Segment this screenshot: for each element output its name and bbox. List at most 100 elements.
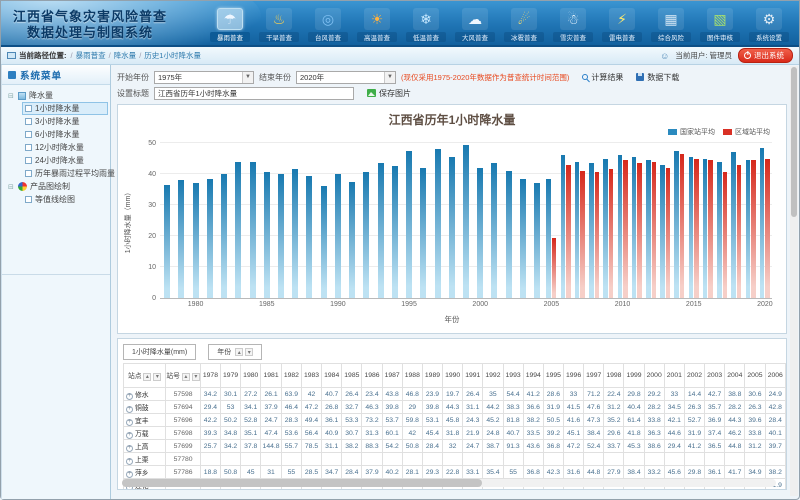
- value-cell: 27.9: [604, 466, 624, 479]
- sort-asc-icon[interactable]: ▴: [143, 373, 151, 381]
- value-cell: 28.6: [543, 388, 563, 401]
- tool-settings[interactable]: ⚙系统设置: [749, 8, 789, 42]
- legend-item[interactable]: 区域站平均: [723, 127, 770, 137]
- tree-item-历年暴雨过程平均雨量[interactable]: 历年暴雨过程平均雨量: [22, 167, 108, 180]
- breadcrumb-item[interactable]: 降水量: [114, 51, 137, 60]
- expand-row-icon[interactable]: +: [126, 393, 133, 400]
- value-cell: [684, 453, 704, 466]
- year-col-header: 2000: [644, 364, 664, 388]
- app-header: 江西省气象灾害风险普查 数据处理与制图系统 ☂暴雨普查♨干旱普查◎台风普查☀高温…: [1, 1, 799, 47]
- station-name: 修水: [135, 392, 149, 399]
- data-download-button[interactable]: 数据下载: [636, 72, 679, 83]
- vertical-scrollbar[interactable]: [790, 66, 798, 496]
- tool-rainstorm[interactable]: ☂暴雨普查: [210, 8, 250, 42]
- tool-hail[interactable]: ☄冰雹普查: [504, 8, 544, 42]
- tool-lightning[interactable]: ⚡雷电普查: [602, 8, 642, 42]
- hscroll-thumb[interactable]: [122, 479, 482, 487]
- tree-expander-icon[interactable]: ⊟: [8, 183, 15, 191]
- tree-item-1小时降水量[interactable]: 1小时降水量: [22, 102, 108, 115]
- value-cell: 19.7: [443, 388, 463, 401]
- vscroll-thumb[interactable]: [791, 67, 797, 217]
- bar-national-1993: [378, 163, 384, 298]
- tool-map-review[interactable]: ▧图件审核: [700, 8, 740, 42]
- value-cell: 29.3: [422, 466, 442, 479]
- tool-low-temp[interactable]: ❄低温普查: [406, 8, 446, 42]
- range-note: (现仅采用1975-2020年数据作为普查统计时间范围): [401, 72, 569, 83]
- sort-desc-icon[interactable]: ▾: [153, 373, 161, 381]
- bar-national-1995: [406, 151, 412, 298]
- start-year-select[interactable]: 1975年 ▼: [154, 71, 254, 84]
- x-tick-label: 1990: [330, 301, 346, 308]
- tool-label: 台风普查: [308, 32, 348, 42]
- tool-snow[interactable]: ☃雪灾普查: [553, 8, 593, 42]
- value-cell: 33.8: [644, 414, 664, 427]
- expand-row-icon[interactable]: +: [126, 458, 133, 465]
- tool-typhoon[interactable]: ◎台风普查: [308, 8, 348, 42]
- doc-icon: [25, 196, 32, 203]
- value-cell: 33.1: [463, 466, 483, 479]
- tool-high-temp[interactable]: ☀高温普查: [357, 8, 397, 42]
- bar-national-1980: [193, 183, 199, 298]
- station-id: 57780: [166, 453, 200, 466]
- expand-row-icon[interactable]: +: [126, 445, 133, 452]
- sort-desc-icon[interactable]: ▾: [192, 373, 200, 381]
- tool-drought[interactable]: ♨干旱普查: [259, 8, 299, 42]
- save-image-button[interactable]: 保存图片: [367, 88, 411, 99]
- value-cell: 33: [563, 388, 583, 401]
- sidebar-header: 系统菜单: [2, 65, 110, 85]
- bar-national-2009: [603, 159, 608, 299]
- tree-item-6小时降水量[interactable]: 6小时降水量: [22, 128, 108, 141]
- bar-national-2018: [731, 152, 736, 298]
- expand-row-icon[interactable]: +: [126, 406, 133, 413]
- sort-desc-icon[interactable]: ▾: [245, 348, 253, 356]
- year-group-label: 年份: [217, 347, 231, 357]
- value-cell: [362, 453, 382, 466]
- value-cell: 47.3: [584, 414, 604, 427]
- tree-group-产品图绘制[interactable]: ⊟产品图绘制: [8, 180, 108, 193]
- expand-row-icon[interactable]: +: [126, 432, 133, 439]
- year-col-header: 2004: [725, 364, 745, 388]
- value-cell: 38.4: [624, 466, 644, 479]
- tree-item-24小时降水量[interactable]: 24小时降水量: [22, 154, 108, 167]
- breadcrumb-item[interactable]: 历史1小时降水量: [144, 51, 201, 60]
- x-tick-label: 1995: [401, 301, 417, 308]
- year-col-header: 1999: [624, 364, 644, 388]
- bar-national-1981: [207, 179, 213, 298]
- sort-asc-icon[interactable]: ▴: [182, 373, 190, 381]
- value-cell: 29.4: [664, 440, 684, 453]
- breadcrumb-item[interactable]: 暴雨普查: [76, 51, 106, 60]
- value-cell: 88.3: [362, 440, 382, 453]
- tree-group-降水量[interactable]: ⊟降水量: [8, 89, 108, 102]
- tool-wind[interactable]: ☁大风普查: [455, 8, 495, 42]
- station-col-header[interactable]: 站点 ▴▾: [124, 364, 166, 388]
- expand-row-icon[interactable]: +: [126, 471, 133, 478]
- tree-item-3小时降水量[interactable]: 3小时降水量: [22, 115, 108, 128]
- value-cell: 39.8: [382, 401, 402, 414]
- end-year-select[interactable]: 2020年 ▼: [296, 71, 396, 84]
- value-cell: 61.4: [624, 414, 644, 427]
- tree-item-等值线绘图[interactable]: 等值线绘图: [22, 193, 108, 206]
- horizontal-scrollbar[interactable]: [122, 479, 776, 487]
- breadcrumb-separator: /: [71, 51, 73, 60]
- tree-item-12小时降水量[interactable]: 12小时降水量: [22, 141, 108, 154]
- tool-risk[interactable]: ▦综合风险: [651, 8, 691, 42]
- bar-regional-2009: [609, 169, 614, 298]
- year-sort-box[interactable]: 年份 ▴▾: [208, 344, 262, 360]
- year-sort-arrows[interactable]: ▴▾: [235, 348, 253, 356]
- legend-item[interactable]: 国家站平均: [668, 127, 715, 137]
- table-head: 站点 ▴▾站号 ▴▾197819791980198119821983198419…: [124, 364, 786, 388]
- expand-row-icon[interactable]: +: [126, 419, 133, 426]
- app-title-line2: 数据处理与制图系统: [13, 25, 196, 41]
- station-id-col-header[interactable]: 站号 ▴▾: [166, 364, 200, 388]
- bar-group-1998: [445, 143, 459, 298]
- calc-result-button[interactable]: 计算结果: [582, 72, 623, 83]
- logout-button[interactable]: 退出系统: [738, 48, 793, 63]
- bar-regional-2005: [552, 238, 557, 298]
- value-cell: 29.6: [604, 427, 624, 440]
- value-cell: 33.8: [745, 427, 765, 440]
- year-col-header: 1985: [342, 364, 362, 388]
- sort-asc-icon[interactable]: ▴: [235, 348, 243, 356]
- tree-expander-icon[interactable]: ⊟: [8, 92, 15, 100]
- chart-title-input[interactable]: 江西省历年1小时降水量: [154, 87, 354, 100]
- current-user-label: 当前用户: 管理员: [675, 50, 732, 61]
